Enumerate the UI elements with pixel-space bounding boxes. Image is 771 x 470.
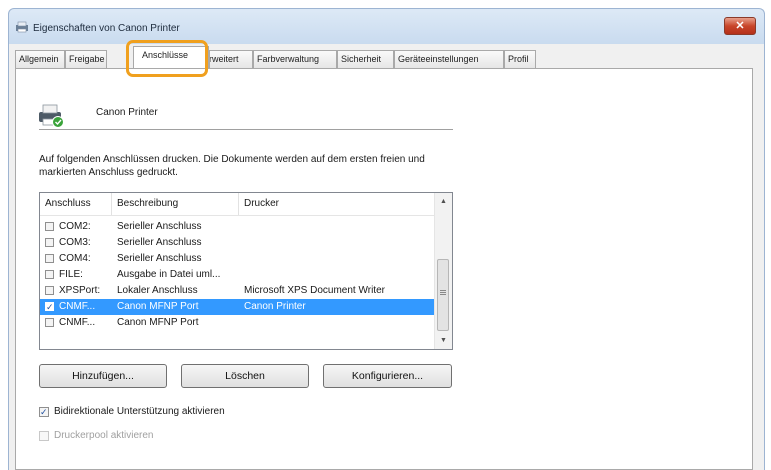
window-title: Eigenschaften von Canon Printer <box>33 23 180 34</box>
tab-erweitert[interactable]: Erweitert <box>209 50 253 68</box>
port-name-cell: CNMF... <box>59 317 96 328</box>
ports-list-scrollbar[interactable]: ▲ ▼ <box>434 193 452 349</box>
tab-sicherheit[interactable]: Sicherheit <box>337 50 394 68</box>
port-name-cell: COM4: <box>59 253 91 264</box>
instructions-text: Auf folgenden Anschlüssen drucken. Die D… <box>39 154 425 178</box>
tab-allgemein[interactable]: Allgemein <box>15 50 65 68</box>
port-description-cell: Canon MFNP Port <box>117 301 199 312</box>
port-checkbox[interactable] <box>45 222 54 231</box>
port-description-cell: Serieller Anschluss <box>117 237 202 248</box>
port-name-cell: COM2: <box>59 221 91 232</box>
printer-pool-checkbox <box>39 431 49 441</box>
close-icon: ✕ <box>735 20 745 32</box>
delete-port-button[interactable]: Löschen <box>181 364 309 388</box>
separator <box>39 129 453 130</box>
port-checkbox[interactable] <box>45 238 54 247</box>
column-header-drucker[interactable]: Drucker <box>239 193 436 215</box>
checkmark-icon: ✓ <box>40 407 48 417</box>
bidirectional-label: Bidirektionale Unterstützung aktivieren <box>54 406 225 417</box>
port-row[interactable]: COM2: Serieller Anschluss <box>40 219 436 235</box>
port-description-cell: Lokaler Anschluss <box>117 285 198 296</box>
checkmark-icon: ✓ <box>46 302 54 312</box>
port-name-cell: CNMF... <box>59 301 96 312</box>
printer-app-icon <box>16 21 28 33</box>
add-port-button[interactable]: Hinzufügen... <box>39 364 167 388</box>
port-row[interactable]: COM3: Serieller Anschluss <box>40 235 436 251</box>
column-header-anschluss[interactable]: Anschluss <box>40 193 112 215</box>
scroll-up-icon[interactable]: ▲ <box>435 193 452 210</box>
port-printer-cell: Canon Printer <box>244 301 306 312</box>
scroll-thumb[interactable] <box>437 259 449 331</box>
tab-farbverwaltung[interactable]: Farbverwaltung <box>253 50 337 68</box>
port-checkbox[interactable]: ✓ <box>45 302 54 312</box>
printer-pool-label: Druckerpool aktivieren <box>54 430 154 441</box>
ports-list[interactable]: Anschluss Beschreibung Drucker COM2: Seri… <box>39 192 453 350</box>
scroll-down-icon[interactable]: ▼ <box>435 332 452 349</box>
port-name-cell: COM3: <box>59 237 91 248</box>
close-button[interactable]: ✕ <box>724 17 756 35</box>
ports-list-header: Anschluss Beschreibung Drucker <box>40 193 436 216</box>
port-row[interactable]: COM4: Serieller Anschluss <box>40 251 436 267</box>
printer-icon <box>39 104 64 128</box>
port-name-cell: XPSPort: <box>59 285 101 296</box>
printer-name: Canon Printer <box>96 107 158 118</box>
port-checkbox[interactable] <box>45 254 54 263</box>
tab-profil[interactable]: Profil <box>504 50 536 68</box>
port-row[interactable]: CNMF... Canon MFNP Port <box>40 315 436 331</box>
tab-freigabe[interactable]: Freigabe <box>65 50 107 68</box>
port-row[interactable]: XPSPort: Lokaler Anschluss Microsoft XPS D… <box>40 283 436 299</box>
port-checkbox[interactable] <box>45 286 54 295</box>
configure-port-button[interactable]: Konfigurieren... <box>323 364 452 388</box>
port-description-cell: Serieller Anschluss <box>117 221 202 232</box>
port-description-cell: Canon MFNP Port <box>117 317 199 328</box>
port-name-cell: FILE: <box>59 269 83 280</box>
window-titlebar: Eigenschaften von Canon Printer ✕ <box>8 8 765 44</box>
tab-highlight-callout <box>126 40 208 77</box>
tab-geraeteeinstellungen[interactable]: Geräteeinstellungen <box>394 50 504 68</box>
port-printer-cell: Microsoft XPS Document Writer <box>244 285 385 296</box>
port-description-cell: Serieller Anschluss <box>117 253 202 264</box>
port-description-cell: Ausgabe in Datei uml... <box>117 269 221 280</box>
bidirectional-support-option[interactable]: ✓ Bidirektionale Unterstützung aktiviere… <box>39 405 339 419</box>
port-checkbox[interactable] <box>45 270 54 279</box>
bidirectional-checkbox[interactable]: ✓ <box>39 407 49 417</box>
port-row[interactable]: ✓ CNMF... Canon MFNP Port Canon Printer <box>40 299 436 315</box>
port-row[interactable]: FILE: Ausgabe in Datei uml... <box>40 267 436 283</box>
port-checkbox[interactable] <box>45 318 54 327</box>
column-header-beschreibung[interactable]: Beschreibung <box>112 193 239 215</box>
printer-pool-option: Druckerpool aktivieren <box>39 429 339 443</box>
